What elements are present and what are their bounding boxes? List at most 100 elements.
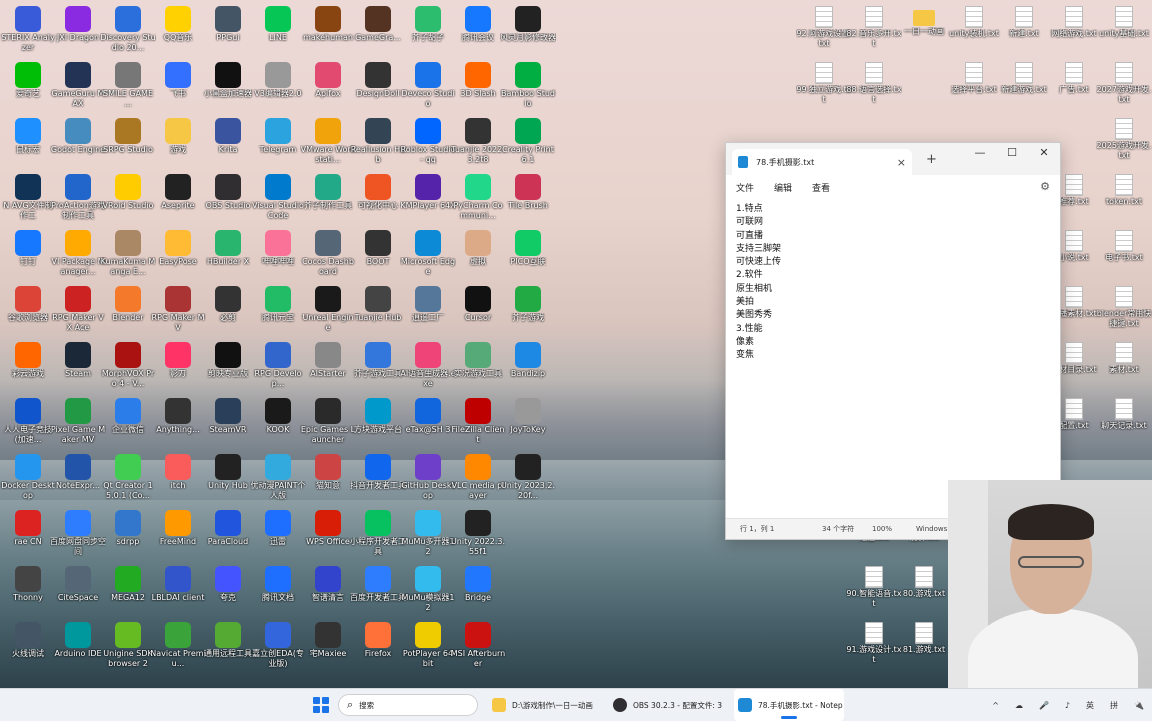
desktop-shortcut[interactable]: DesignDoll	[350, 60, 406, 116]
desktop-shortcut[interactable]: Apifox	[300, 60, 356, 116]
desktop-shortcut[interactable]: Discovery Studio 20...	[100, 4, 156, 60]
desktop-shortcut[interactable]: Krita	[200, 116, 256, 172]
desktop-shortcut[interactable]: rae CN	[0, 508, 56, 564]
desktop-shortcut[interactable]: 飞书	[150, 60, 206, 116]
desktop-shortcut[interactable]: VLC media player	[450, 452, 506, 508]
desktop-shortcut[interactable]: Tuanjie Hub	[350, 284, 406, 340]
desktop-shortcut[interactable]: Unity 2022.3.55f1	[450, 508, 506, 564]
desktop-shortcut[interactable]: EasyPose	[150, 228, 206, 284]
desktop-shortcut[interactable]: Epic Games Launcher	[300, 396, 356, 452]
desktop-shortcut[interactable]: SMILE GAME ...	[100, 60, 156, 116]
desktop-file[interactable]: 电子书.txt	[1096, 228, 1152, 284]
taskbar-app-obs[interactable]: OBS 30.2.3 - 配置文件: 3	[613, 689, 728, 721]
desktop-shortcut[interactable]: LBLDAI client	[150, 564, 206, 620]
desktop-file[interactable]: unity装机.txt	[946, 4, 1002, 60]
desktop-shortcut[interactable]: 芥子胡子	[400, 4, 456, 60]
desktop-shortcut[interactable]: Cursor	[450, 284, 506, 340]
desktop-shortcut[interactable]: RPG Develop...	[250, 340, 306, 396]
desktop-file[interactable]: 91.游戏设计.txt	[846, 620, 902, 676]
desktop-file[interactable]: token.txt	[1096, 172, 1152, 228]
tab-close-icon[interactable]: ×	[897, 156, 906, 169]
desktop-shortcut[interactable]: 猫知意	[300, 452, 356, 508]
desktop-shortcut[interactable]: 可视化中心	[350, 172, 406, 228]
desktop-shortcut[interactable]: Visual Studio Code	[250, 172, 306, 228]
desktop-shortcut[interactable]: eTax@SH 3	[400, 396, 456, 452]
desktop-shortcut[interactable]: Bridge	[450, 564, 506, 620]
minimize-button[interactable]: —	[964, 143, 996, 161]
desktop-shortcut[interactable]: Blender	[100, 284, 156, 340]
desktop-shortcut[interactable]: Unity Hub	[200, 452, 256, 508]
desktop-shortcut[interactable]: 优动漫PAINT个人版	[250, 452, 306, 508]
desktop-shortcut[interactable]: AIStarter	[300, 340, 356, 396]
desktop-file[interactable]: unity基础.txt	[1096, 4, 1152, 60]
desktop-shortcut[interactable]: Bandizip	[500, 340, 556, 396]
desktop-shortcut[interactable]: 虚拟	[450, 228, 506, 284]
tray-icon[interactable]: ☁	[1015, 701, 1023, 710]
desktop-shortcut[interactable]: Tile Brush	[500, 172, 556, 228]
desktop-shortcut[interactable]: 宅Maxiee	[300, 620, 356, 676]
desktop-shortcut[interactable]: VRoid Studio	[100, 172, 156, 228]
desktop-shortcut[interactable]: MorphVOX Pro 4 - V...	[100, 340, 156, 396]
desktop-shortcut[interactable]: VMware Workstati...	[300, 116, 356, 172]
desktop-shortcut[interactable]: itch	[150, 452, 206, 508]
desktop-shortcut[interactable]: SRPG Studio	[100, 116, 156, 172]
desktop-shortcut[interactable]: 实况游戏工具	[450, 340, 506, 396]
desktop-file[interactable]: 92.阿游戏设置.txt	[796, 4, 852, 60]
desktop-shortcut[interactable]: 爱奇艺	[0, 60, 56, 116]
notepad-text-area[interactable]: 1.特点 可联网 可直播 支持三脚架 可快速上传 2.软件 原生相机 美拍 美图秀秀 3.性能 像素…	[736, 203, 1050, 515]
desktop-file[interactable]: 99.独立游戏.txt	[796, 60, 852, 116]
desktop-shortcut[interactable]: HBuilder X	[200, 228, 256, 284]
desktop-shortcut[interactable]: JoyToKey	[500, 396, 556, 452]
tray-icon[interactable]: 英	[1086, 700, 1094, 711]
desktop-shortcut[interactable]: PotPlayer 64 bit	[400, 620, 456, 676]
desktop-shortcut[interactable]: Roblox Studio - qq	[400, 116, 456, 172]
line-ending[interactable]: Windows	[916, 525, 947, 533]
desktop-file[interactable]: 选择平台.txt	[946, 60, 1002, 116]
desktop-shortcut[interactable]: Creality Print 6.1	[500, 116, 556, 172]
desktop-shortcut[interactable]: Reallusion Hub	[350, 116, 406, 172]
desktop-shortcut[interactable]: 通用远程工具	[200, 620, 256, 676]
desktop-shortcut[interactable]: 逍遥工厂	[400, 284, 456, 340]
desktop-shortcut[interactable]: 夸克	[200, 564, 256, 620]
desktop-shortcut[interactable]: GitHub Desktop	[400, 452, 456, 508]
desktop-shortcut[interactable]: PyCharm Communi...	[450, 172, 506, 228]
desktop-shortcut[interactable]: 芥子制作工具	[300, 172, 356, 228]
desktop-shortcut[interactable]: 小黑盒加速器	[200, 60, 256, 116]
desktop-shortcut[interactable]: 火线调试	[0, 620, 56, 676]
desktop-shortcut[interactable]: Navicat Premiu...	[150, 620, 206, 676]
desktop-shortcut[interactable]: MSI Afterburner	[450, 620, 506, 676]
desktop-shortcut[interactable]: 嘉立创EDA(专业版)	[250, 620, 306, 676]
close-button[interactable]: ✕	[1028, 143, 1060, 161]
desktop-shortcut[interactable]: Anything...	[150, 396, 206, 452]
desktop-shortcut[interactable]: VI Package Manager...	[50, 228, 106, 284]
tray-icon[interactable]: 🔌	[1134, 701, 1144, 710]
desktop-shortcut[interactable]: NoteExpr...	[50, 452, 106, 508]
notepad-tab[interactable]: 78.手机摄影.txt ×	[732, 149, 912, 175]
desktop-file[interactable]: 2025游戏开发.txt	[1096, 116, 1152, 172]
desktop-shortcut[interactable]: Aseprite	[150, 172, 206, 228]
desktop-shortcut[interactable]: CiteSpace	[50, 564, 106, 620]
desktop-shortcut[interactable]: MuMu多开器12	[400, 508, 456, 564]
desktop-shortcut[interactable]: Unreal Engine	[300, 284, 356, 340]
desktop-shortcut[interactable]: 智谱清言	[300, 564, 356, 620]
desktop-shortcut[interactable]: QQ音乐	[150, 4, 206, 60]
desktop-shortcut[interactable]: Cocos Dashboard	[300, 228, 356, 284]
desktop-file[interactable]: 新建.txt	[996, 4, 1052, 60]
desktop-shortcut[interactable]: 必剪	[200, 284, 256, 340]
zoom-level[interactable]: 100%	[872, 525, 892, 533]
taskbar-app-notepad[interactable]: 78.手机摄影.txt - Notep	[734, 689, 844, 721]
desktop-shortcut[interactable]: Thonny	[0, 564, 56, 620]
desktop-shortcut[interactable]: MEGA12	[100, 564, 156, 620]
desktop-shortcut[interactable]: FreeMind	[150, 508, 206, 564]
desktop-shortcut[interactable]: Qt Creator 15.0.1 (Co...	[100, 452, 156, 508]
desktop-file[interactable]: 新建游戏.txt	[996, 60, 1052, 116]
desktop-shortcut[interactable]: 鼠标宏	[0, 116, 56, 172]
desktop-shortcut[interactable]: Docker Desktop	[0, 452, 56, 508]
desktop-shortcut[interactable]: Deveco Studio	[400, 60, 456, 116]
desktop-folder[interactable]: 一日一动画	[896, 4, 952, 60]
taskbar-search[interactable]: ⌕ 搜索	[338, 694, 478, 716]
desktop-shortcut[interactable]: Telegram	[250, 116, 306, 172]
tray-icon[interactable]: 🎤	[1039, 701, 1049, 710]
desktop-shortcut[interactable]: 哔哩哔哩	[250, 228, 306, 284]
desktop-shortcut[interactable]: Steam	[50, 340, 106, 396]
